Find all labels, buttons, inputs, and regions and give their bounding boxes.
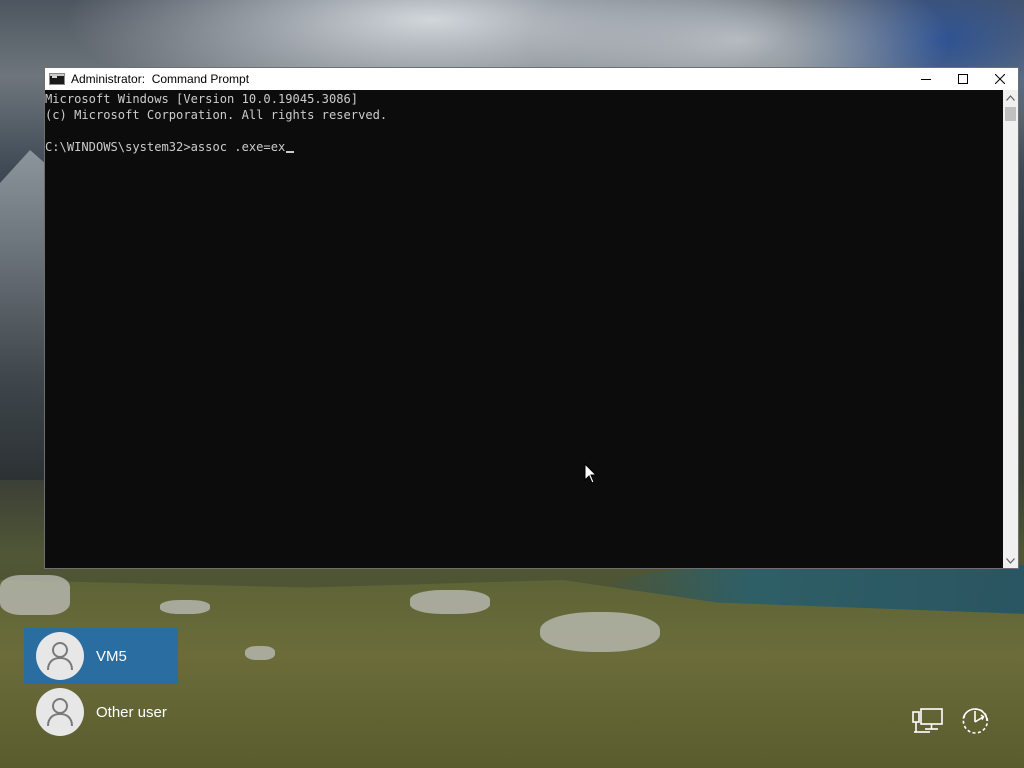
- user-tile-vm5[interactable]: VM5: [24, 628, 178, 684]
- user-name: VM5: [96, 647, 127, 665]
- user-tile-other-user[interactable]: Other user: [24, 684, 178, 740]
- maximize-icon: [957, 74, 968, 84]
- command-prompt-icon[interactable]: [49, 73, 65, 85]
- user-avatar: [36, 632, 84, 680]
- vertical-scrollbar[interactable]: [1003, 90, 1018, 568]
- close-icon: [994, 74, 1005, 84]
- console-prompt-line[interactable]: C:\WINDOWS\system32>assoc .exe=ex: [45, 139, 1004, 155]
- ease-of-access-icon: [962, 708, 989, 734]
- wallpaper-rock: [0, 575, 70, 615]
- network-icon: [912, 708, 943, 733]
- prompt-command-text: C:\WINDOWS\system32>assoc .exe=ex: [45, 140, 286, 154]
- network-button[interactable]: [911, 704, 945, 738]
- user-name: Other user: [96, 703, 167, 721]
- text-cursor: [286, 151, 295, 153]
- console-line: (c) Microsoft Corporation. All rights re…: [45, 108, 388, 122]
- window-controls: [907, 68, 1018, 90]
- wallpaper-rock: [410, 590, 490, 614]
- wallpaper-rock: [160, 600, 210, 614]
- user-icon: [47, 642, 73, 671]
- ease-of-access-button[interactable]: [958, 704, 992, 738]
- user-icon: [47, 698, 73, 727]
- chevron-down-icon: [1006, 557, 1015, 564]
- scroll-down-button[interactable]: [1003, 553, 1018, 568]
- console-line: Microsoft Windows [Version 10.0.19045.30…: [45, 92, 359, 106]
- close-button[interactable]: [981, 68, 1018, 90]
- minimize-icon: [920, 79, 931, 80]
- console-output[interactable]: Microsoft Windows [Version 10.0.19045.30…: [45, 90, 1004, 568]
- title-bar[interactable]: Administrator: Command Prompt: [45, 68, 1018, 90]
- wallpaper-rock: [540, 612, 660, 652]
- maximize-button[interactable]: [944, 68, 981, 90]
- window-title: Administrator: Command Prompt: [71, 72, 250, 86]
- wallpaper-rock: [245, 646, 275, 660]
- chevron-up-icon: [1006, 94, 1015, 101]
- mouse-pointer-icon: [584, 463, 598, 484]
- minimize-button[interactable]: [907, 68, 944, 90]
- command-prompt-window[interactable]: Administrator: Command Prompt Microsoft …: [44, 67, 1019, 569]
- user-avatar: [36, 688, 84, 736]
- scroll-up-button[interactable]: [1003, 90, 1018, 105]
- scroll-thumb[interactable]: [1005, 107, 1016, 121]
